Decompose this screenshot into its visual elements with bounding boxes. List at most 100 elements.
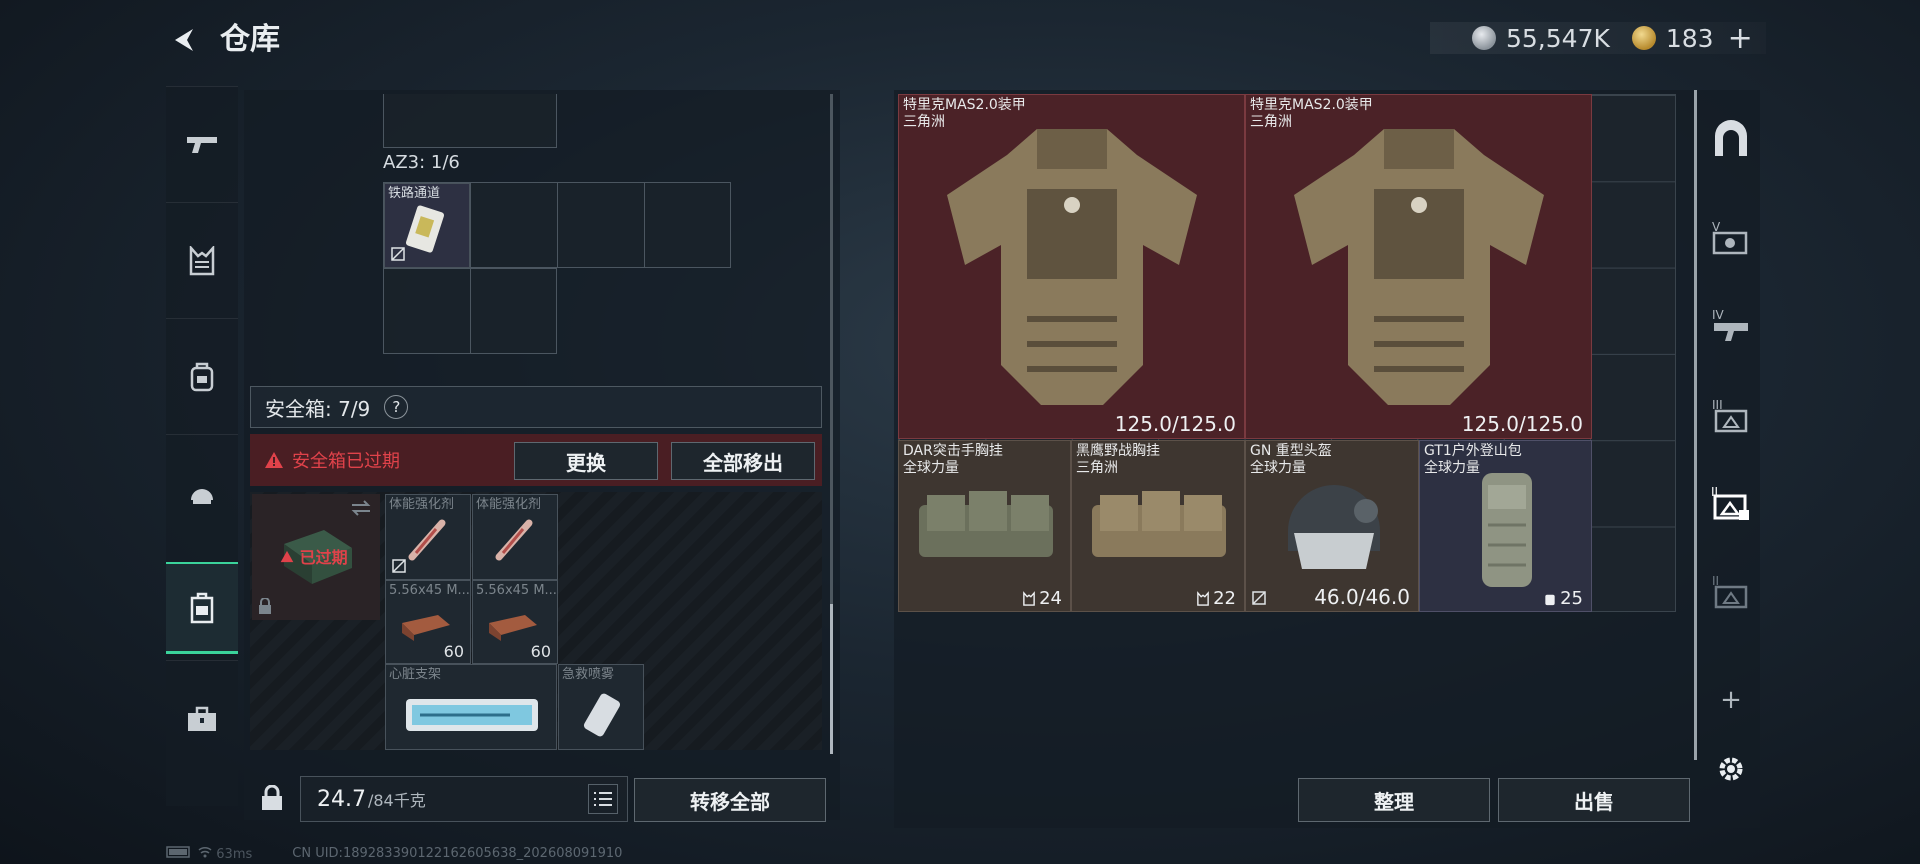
scrollbar-thumb[interactable] bbox=[830, 604, 833, 754]
warning-text: 安全箱已过期 bbox=[292, 451, 400, 472]
vault-icon bbox=[1715, 120, 1747, 156]
safebox-item[interactable]: 体能强化剂 bbox=[385, 494, 471, 580]
vest-icon bbox=[1023, 590, 1035, 606]
item-name: 体能强化剂 bbox=[389, 497, 455, 512]
item-name: 心脏支架 bbox=[389, 667, 442, 682]
sort-button[interactable]: 整理 bbox=[1298, 778, 1490, 822]
warning-icon bbox=[265, 452, 283, 468]
no-trade-icon bbox=[391, 247, 405, 261]
safebox-item[interactable]: 急救喷雾 bbox=[558, 664, 644, 750]
item-quantity: 60 bbox=[530, 642, 551, 661]
safebox-item[interactable]: 体能强化剂 bbox=[472, 494, 558, 580]
lock-icon bbox=[262, 785, 282, 810]
storage-tier-5-icon: V bbox=[1712, 220, 1748, 255]
gear-icon bbox=[1719, 757, 1743, 781]
safebox-icon bbox=[190, 592, 214, 623]
settings-button[interactable] bbox=[1704, 744, 1758, 794]
lock-button[interactable] bbox=[250, 776, 294, 820]
chest-rig-icon bbox=[1092, 491, 1226, 557]
backpack-icon bbox=[190, 362, 214, 391]
body-armor-icon bbox=[947, 129, 1197, 405]
ping-indicator: 63ms bbox=[166, 846, 252, 862]
spray-can-icon bbox=[583, 693, 621, 737]
item-count: 25 bbox=[1543, 588, 1583, 609]
nav-weapons[interactable] bbox=[166, 86, 238, 202]
battery-icon bbox=[166, 846, 190, 858]
nav-storage-iv[interactable]: IV bbox=[1704, 290, 1758, 360]
add-storage-button[interactable]: + bbox=[1704, 682, 1758, 718]
item-name: 黑鹰野战胸挂 三角洲 bbox=[1076, 443, 1160, 476]
right-nav: V IV III II II + bbox=[1694, 90, 1760, 810]
item-name: 5.56x45 M... bbox=[389, 583, 470, 598]
replace-button[interactable]: 更换 bbox=[514, 442, 658, 480]
svg-text:IV: IV bbox=[1712, 308, 1725, 322]
vest-icon bbox=[1197, 590, 1209, 606]
weight-value: 24.7 bbox=[317, 786, 366, 812]
storage-tier-1-icon: II bbox=[1712, 574, 1748, 609]
inventory-item-chest-rig-2[interactable]: 黑鹰野战胸挂 三角洲 22 bbox=[1071, 440, 1245, 612]
remove-all-button[interactable]: 全部移出 bbox=[671, 442, 815, 480]
nav-storage-i[interactable]: II bbox=[1704, 556, 1758, 626]
scrollbar-track[interactable] bbox=[1694, 90, 1697, 760]
inventory-item-backpack[interactable]: GT1户外登山包 全球力量 25 bbox=[1419, 440, 1592, 612]
backpack-icon bbox=[1545, 594, 1555, 605]
warning-icon bbox=[280, 550, 294, 563]
safebox-capacity-label: 安全箱: 7/9 bbox=[265, 396, 371, 421]
az3-item-name: 铁路通道 bbox=[388, 186, 441, 201]
wifi-icon bbox=[198, 846, 212, 858]
nav-storage-ii[interactable]: II bbox=[1704, 468, 1758, 538]
vest-icon bbox=[189, 245, 215, 275]
silver-coin-icon bbox=[1472, 26, 1496, 50]
safebox-container[interactable]: 已过期 bbox=[252, 494, 380, 620]
nav-warehouse-main[interactable] bbox=[1704, 104, 1758, 174]
container-grid-top bbox=[383, 94, 557, 148]
az3-item[interactable]: 铁路通道 bbox=[384, 183, 470, 268]
hiking-backpack-icon bbox=[1482, 473, 1532, 587]
weight-indicator: 24.7 /84千克 bbox=[300, 776, 628, 822]
helmet-icon bbox=[191, 488, 213, 504]
transfer-all-button[interactable]: 转移全部 bbox=[634, 778, 826, 822]
safebox-item[interactable]: 心脏支架 bbox=[385, 664, 557, 750]
item-name: 体能强化剂 bbox=[476, 497, 542, 512]
nav-safebox[interactable] bbox=[166, 562, 238, 654]
nav-storage-v[interactable]: V bbox=[1704, 202, 1758, 272]
grid-divider bbox=[557, 182, 558, 268]
expired-text: 已过期 bbox=[299, 548, 348, 567]
grid-divider bbox=[470, 182, 471, 354]
nav-storage-iii[interactable]: III bbox=[1704, 380, 1758, 450]
expired-label: 已过期 bbox=[280, 544, 348, 568]
inventory-item-armor-1[interactable]: 特里克MAS2.0装甲 三角洲 125.0/125.0 bbox=[898, 94, 1245, 439]
inventory-item-chest-rig-1[interactable]: DAR突击手胸挂 全球力量 24 bbox=[898, 440, 1071, 612]
list-icon bbox=[594, 792, 612, 806]
heavy-helmet-icon bbox=[1288, 485, 1380, 569]
safebox-item[interactable]: 5.56x45 M... 60 bbox=[472, 580, 558, 664]
status-bar: 63ms CN UID:1892833901221626056​38_20260… bbox=[166, 846, 622, 862]
help-button[interactable]: ? bbox=[384, 395, 409, 419]
safebox-item[interactable]: 5.56x45 M... 60 bbox=[385, 580, 471, 664]
nav-helmet[interactable] bbox=[166, 434, 238, 550]
storage-tier-3-icon: III bbox=[1712, 398, 1748, 433]
item-durability: 125.0/125.0 bbox=[1114, 412, 1236, 436]
left-nav bbox=[166, 86, 238, 806]
gun-icon bbox=[187, 136, 217, 153]
storage-tier-4-icon: IV bbox=[1712, 308, 1748, 341]
nav-backpack[interactable] bbox=[166, 318, 238, 434]
inventory-item-armor-2[interactable]: 特里克MAS2.0装甲 三角洲 125.0/125.0 bbox=[1245, 94, 1592, 439]
nav-toolbox[interactable] bbox=[166, 660, 238, 776]
back-button[interactable] bbox=[164, 20, 204, 60]
list-view-button[interactable] bbox=[588, 784, 618, 814]
chest-rig-icon bbox=[919, 491, 1053, 557]
item-count: 24 bbox=[1022, 588, 1062, 609]
ammo-box-icon bbox=[489, 615, 537, 641]
add-currency-button[interactable]: + bbox=[1728, 21, 1753, 56]
lock-icon bbox=[259, 598, 271, 614]
grid-divider bbox=[644, 182, 645, 268]
no-trade-icon bbox=[1252, 591, 1266, 605]
az3-label: AZ3: 1/6 bbox=[383, 152, 460, 173]
sell-button[interactable]: 出售 bbox=[1498, 778, 1690, 822]
storage-tier-2-icon: II bbox=[1711, 485, 1749, 520]
nav-vest[interactable] bbox=[166, 202, 238, 318]
injector-icon bbox=[495, 519, 533, 561]
item-name: DAR突击手胸挂 全球力量 bbox=[903, 443, 1003, 476]
inventory-item-helmet[interactable]: GN 重型头盔 全球力量 46.0/46.0 bbox=[1245, 440, 1419, 612]
